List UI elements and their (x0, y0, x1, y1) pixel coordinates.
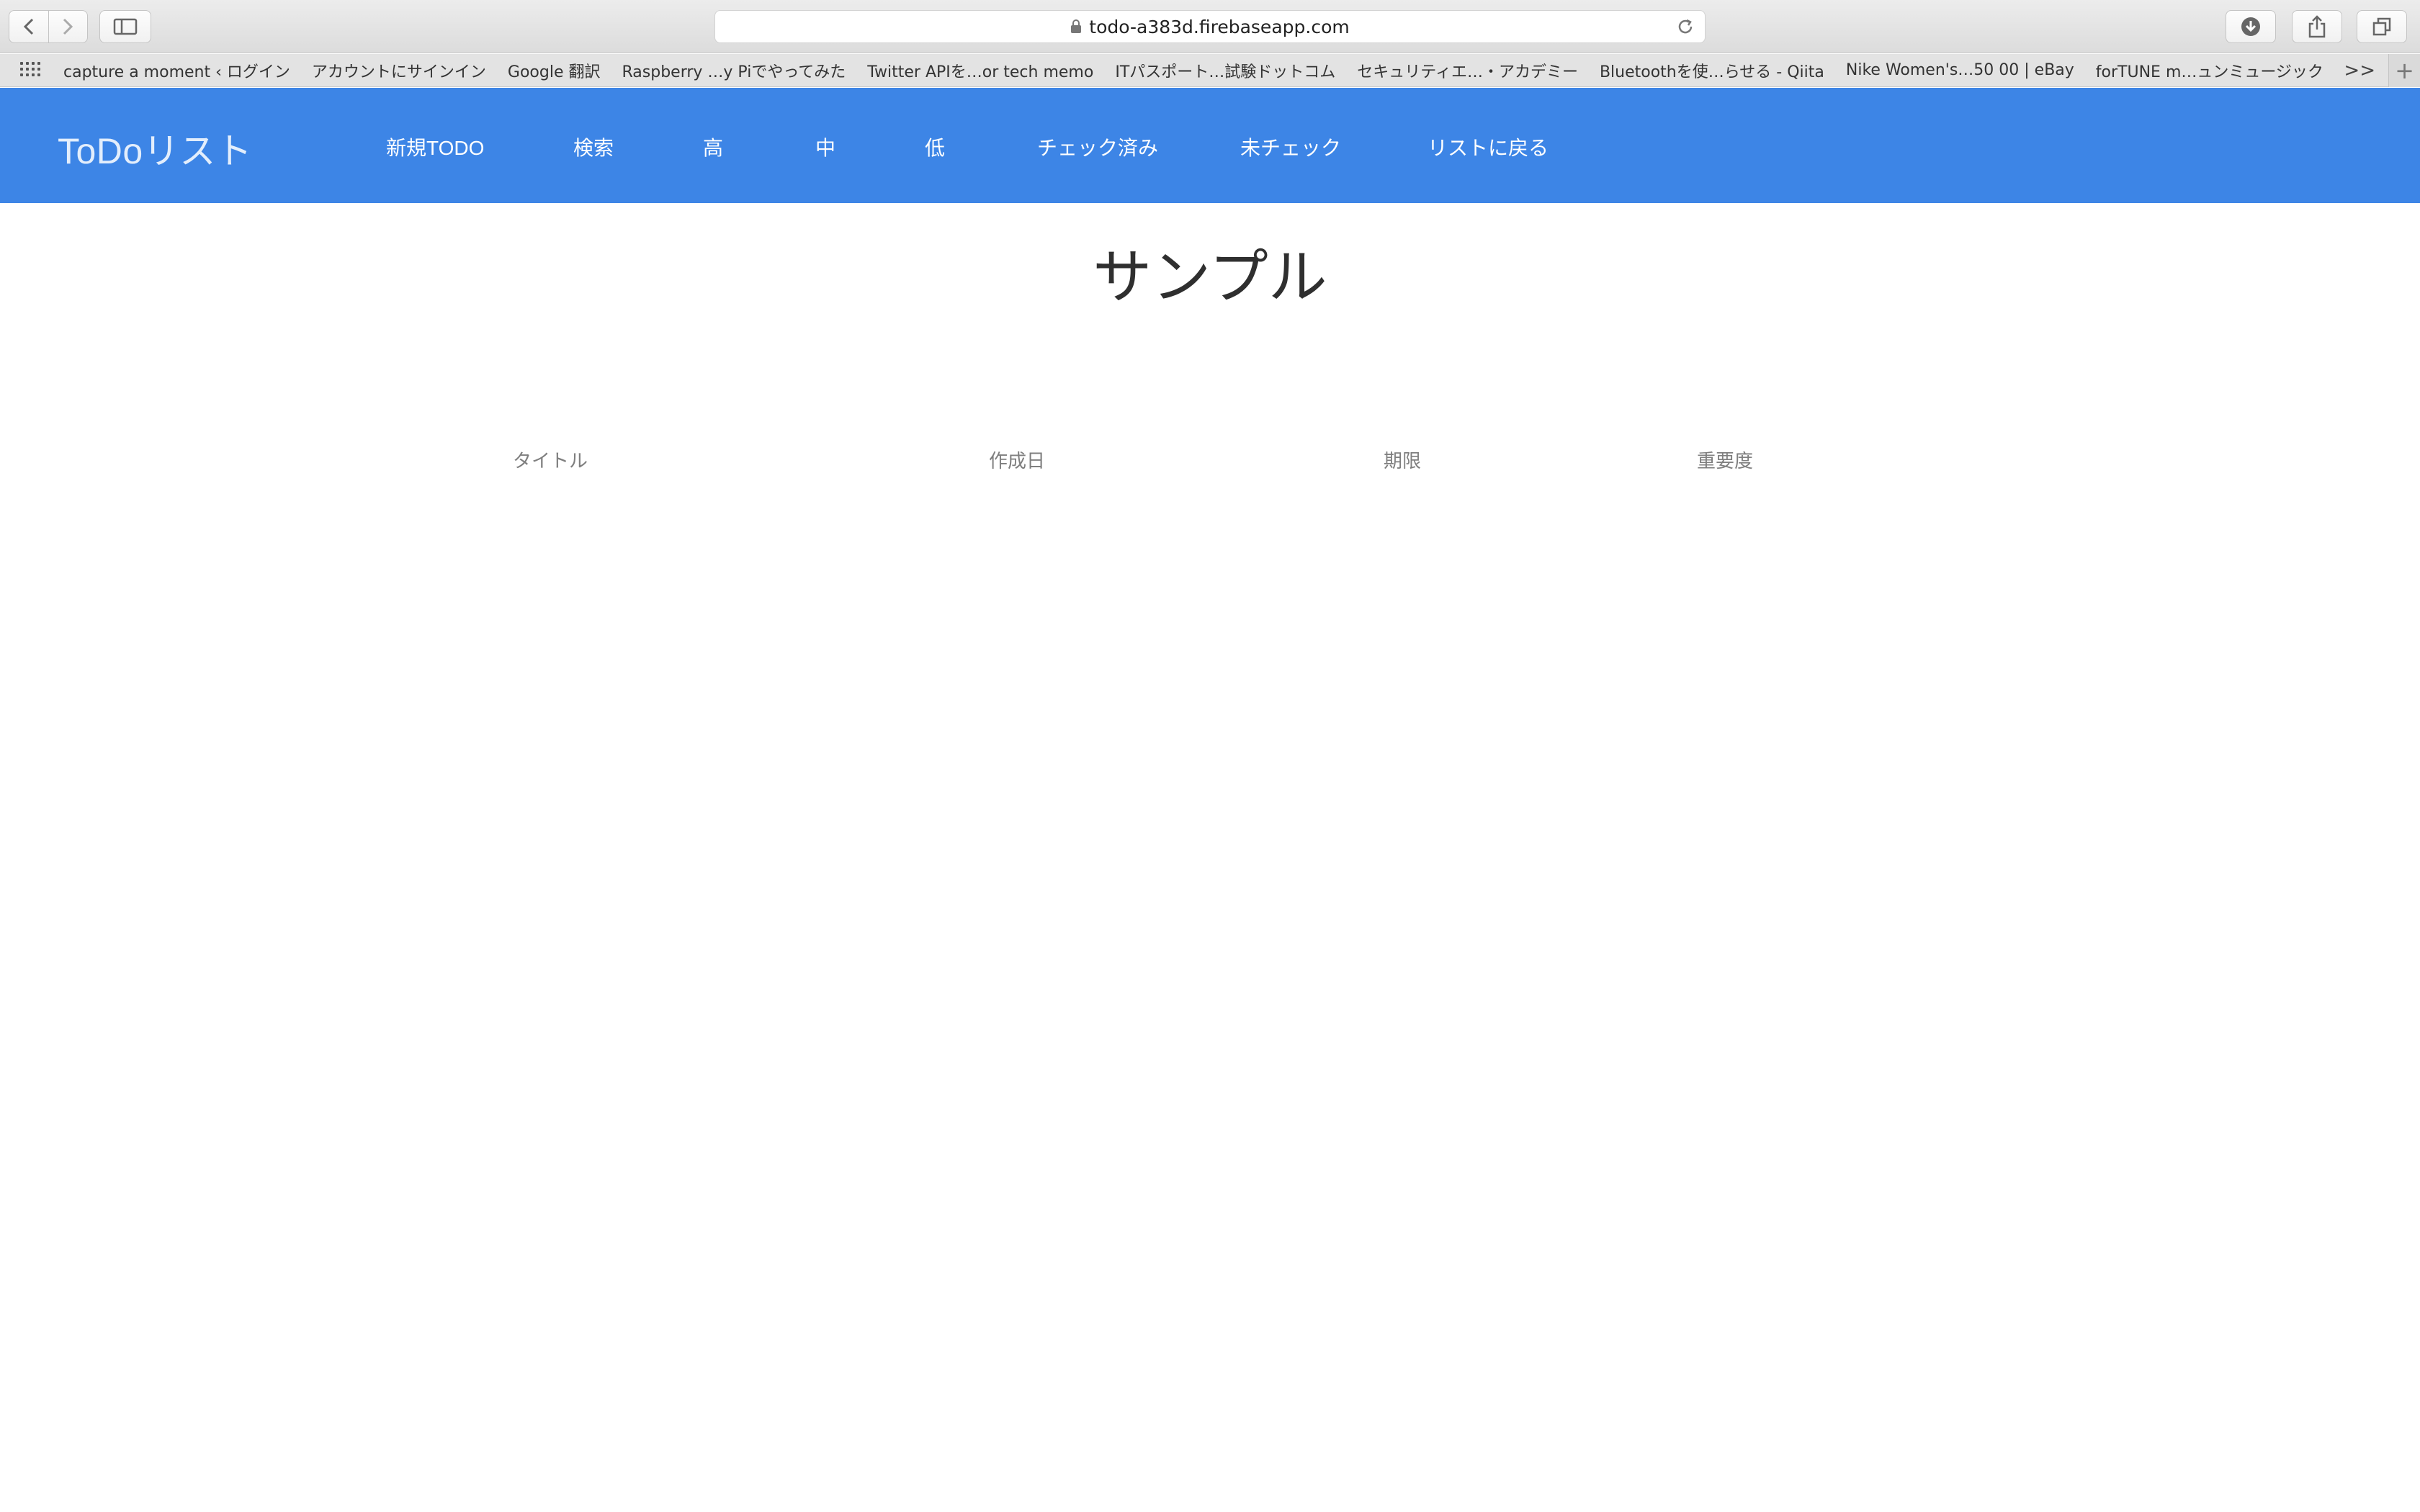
bookmark-item[interactable]: ITパスポート…試験ドットコム (1115, 59, 1335, 82)
bookmarks-bar: capture a moment ‹ ログイン アカウントにサインイン Goog… (0, 54, 2420, 87)
app-navbar: ToDoリスト 新規TODO 検索 高 中 低 チェック済み 未チェック リスト… (0, 88, 2420, 203)
column-header-deadline: 期限 (1384, 450, 1422, 472)
history-nav (9, 10, 88, 43)
nav-checked[interactable]: チェック済み (1037, 132, 1158, 161)
column-header-title: タイトル (513, 450, 588, 472)
nav-back-to-list[interactable]: リストに戻る (1428, 132, 1549, 161)
sidebar-toggle-button[interactable] (99, 10, 151, 43)
top-sites-grid-icon[interactable] (20, 61, 42, 79)
nav-priority-mid[interactable]: 中 (815, 132, 835, 161)
app-brand[interactable]: ToDoリスト (58, 122, 252, 174)
bookmark-item[interactable]: Raspberry …y Piでやってみた (622, 59, 846, 82)
nav-unchecked[interactable]: 未チェック (1240, 132, 1341, 161)
tabs-overview-button[interactable] (2357, 10, 2407, 43)
bookmark-item[interactable]: アカウントにサインイン (312, 59, 486, 82)
lock-icon (1070, 19, 1082, 34)
download-icon (2241, 17, 2260, 36)
bookmarks-overflow-button[interactable]: >> (2344, 60, 2375, 81)
browser-toolbar: todo-a383d.firebaseapp.com (0, 0, 2420, 53)
nav-search[interactable]: 検索 (573, 132, 614, 161)
bookmark-item[interactable]: Twitter APIを…or tech memo (867, 59, 1093, 82)
downloads-button[interactable] (2226, 10, 2276, 43)
reload-icon[interactable] (1676, 17, 1695, 40)
nav-priority-low[interactable]: 低 (925, 132, 945, 161)
new-tab-button[interactable]: + (2388, 54, 2420, 87)
nav-new-todo[interactable]: 新規TODO (386, 132, 484, 161)
bookmark-item[interactable]: Google 翻訳 (508, 59, 601, 82)
bookmark-item[interactable]: capture a moment ‹ ログイン (63, 59, 290, 82)
bookmark-item[interactable]: Bluetoothを使…らせる - Qiita (1600, 59, 1824, 82)
address-url: todo-a383d.firebaseapp.com (1089, 16, 1350, 37)
forward-button[interactable] (48, 11, 88, 42)
bookmark-item[interactable]: セキュリティエ…・アカデミー (1357, 59, 1578, 82)
column-header-created: 作成日 (989, 450, 1046, 472)
bookmark-item[interactable]: forTUNE m…ュンミュージック (2096, 59, 2323, 82)
address-bar[interactable]: todo-a383d.firebaseapp.com (714, 10, 1706, 43)
nav-priority-high[interactable]: 高 (703, 132, 723, 161)
share-button[interactable] (2292, 10, 2342, 43)
column-header-priority: 重要度 (1697, 450, 1754, 472)
share-icon (2308, 15, 2326, 38)
tabs-icon (2372, 17, 2391, 36)
chevron-left-icon (23, 18, 33, 35)
bookmark-item[interactable]: Nike Women's…50 00 | eBay (1846, 61, 2074, 79)
chevron-right-icon (63, 18, 73, 35)
sidebar-icon (113, 18, 138, 35)
page-title: サンプル (1093, 245, 1327, 310)
back-button[interactable] (9, 11, 48, 42)
